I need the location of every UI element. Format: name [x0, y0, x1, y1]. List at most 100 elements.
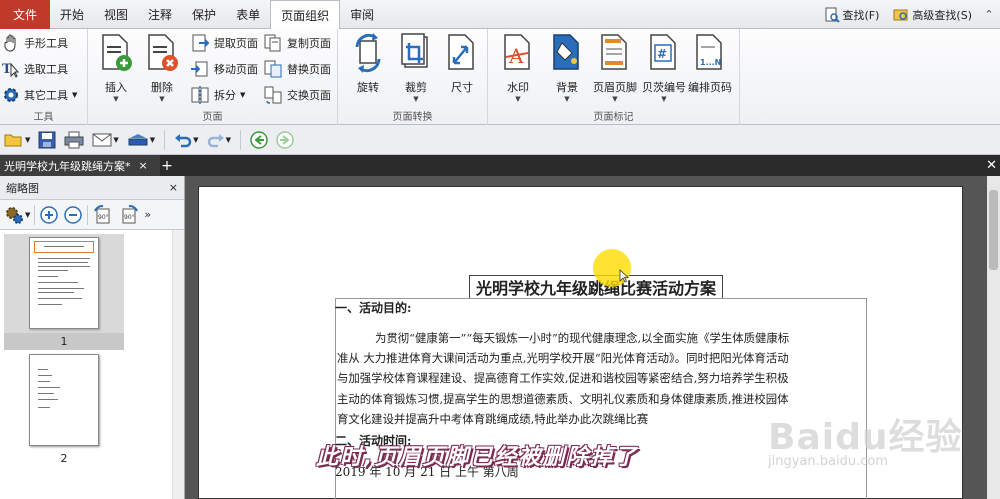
- rotate-button[interactable]: 旋转: [346, 33, 390, 95]
- tab-home[interactable]: 开始: [50, 0, 94, 29]
- zoom-out-icon[interactable]: [63, 205, 83, 225]
- save-button[interactable]: [36, 129, 58, 151]
- other-tools-button[interactable]: 其它工具 ▼: [2, 84, 77, 106]
- header-footer-button[interactable]: 页眉页脚 ▼: [593, 33, 637, 103]
- paragraph-line: 与加强学校体育课程建设、提高德育工作实效,促进和谐校园等紧密结合,努力培养学生积…: [337, 371, 789, 386]
- replace-page-label: 替换页面: [287, 63, 331, 76]
- thumbnail-scrollbar[interactable]: [172, 230, 184, 499]
- page-size-icon: [448, 34, 474, 70]
- insert-button[interactable]: 插入 ▼: [94, 33, 138, 103]
- thumbnail-text-line: [38, 258, 90, 259]
- select-tool-label: 选取工具: [24, 63, 68, 76]
- next-view-button[interactable]: [274, 129, 296, 151]
- thumbnail-text-line: [38, 292, 74, 293]
- background-button[interactable]: 背景 ▼: [545, 33, 589, 103]
- replace-page-button[interactable]: 替换页面: [263, 58, 331, 80]
- rotate-right-icon[interactable]: 90°: [118, 204, 140, 225]
- select-tool-button[interactable]: T 选取工具: [2, 58, 68, 80]
- undo-button[interactable]: ▼: [172, 129, 200, 151]
- document-tab[interactable]: 光明学校九年级跳绳方案* ×: [0, 155, 160, 176]
- open-button[interactable]: ▼: [2, 129, 32, 151]
- tools-group: 手形工具 T 选取工具 其它工具 ▼ 工具: [0, 29, 88, 125]
- thumbnail-text-line: [38, 381, 50, 382]
- size-label: 尺寸: [451, 81, 473, 94]
- email-button[interactable]: ▼: [90, 129, 120, 151]
- close-tab-icon[interactable]: ×: [139, 159, 148, 172]
- redo-button[interactable]: ▼: [205, 129, 233, 151]
- page-marks-group: A 水印 ▼ 背景 ▼ 页眉页脚 ▼ # 贝茨编号 ▼ 1...N 编排页码 页…: [488, 29, 740, 125]
- thumbnail-text-line: [38, 375, 52, 376]
- tab-file[interactable]: 文件: [0, 0, 50, 29]
- header-footer-label: 页眉页脚: [593, 81, 637, 94]
- swap-page-button[interactable]: 交换页面: [263, 84, 331, 106]
- find-icon: [825, 7, 840, 23]
- split-label: 拆分: [214, 89, 236, 102]
- delete-page-icon: [148, 34, 178, 71]
- gear-icon: [4, 88, 18, 102]
- move-page-button[interactable]: 移动页面: [190, 58, 258, 80]
- scrollbar-thumb[interactable]: [989, 190, 998, 270]
- ribbon-collapse-icon[interactable]: ⌃: [982, 8, 996, 21]
- watermark-url: jingyan.baidu.com: [768, 454, 888, 469]
- undo-icon: [175, 133, 192, 147]
- extract-page-button[interactable]: 提取页面: [190, 32, 258, 54]
- tab-page-organize[interactable]: 页面组织: [270, 0, 341, 30]
- find-label: 查找(F): [842, 8, 880, 22]
- crop-button[interactable]: 裁剪 ▼: [394, 33, 438, 103]
- previous-view-button[interactable]: [248, 129, 270, 151]
- tab-review[interactable]: 审阅: [340, 0, 384, 29]
- scan-button[interactable]: ▼: [125, 129, 157, 151]
- thumbnail-text-line: [38, 304, 62, 305]
- thumbnail-text-line: [38, 282, 78, 283]
- rotate-left-icon[interactable]: 90°: [92, 204, 114, 225]
- document-tab-title: 光明学校九年级跳绳方案*: [4, 159, 131, 173]
- options-button[interactable]: ▼: [4, 205, 30, 225]
- thumbnail-page-1[interactable]: 1: [4, 234, 124, 350]
- tab-view[interactable]: 视图: [94, 0, 138, 29]
- scanner-icon: [128, 133, 148, 145]
- svg-text:90°: 90°: [124, 214, 135, 221]
- chevron-down-icon: ▼: [72, 91, 78, 99]
- tools-group-label: 工具: [33, 112, 54, 123]
- split-button[interactable]: 拆分 ▼: [190, 84, 245, 106]
- tab-annotate[interactable]: 注释: [138, 0, 182, 29]
- more-options-icon[interactable]: »: [144, 208, 151, 221]
- swap-page-icon: [264, 86, 282, 104]
- back-arrow-icon: [250, 130, 268, 149]
- zoom-in-icon[interactable]: [39, 205, 59, 225]
- chevron-down-icon: ▼: [564, 95, 570, 103]
- ribbon-tab-bar: 文件 开始 视图 注释 保护 表单 页面组织 审阅 查找(F) 高级查找(S) …: [0, 0, 1000, 30]
- toolbar-separator: [34, 204, 36, 225]
- other-tools-label: 其它工具: [24, 89, 68, 102]
- modified-indicator: *: [125, 159, 131, 173]
- find-button[interactable]: 查找(F): [820, 7, 884, 23]
- tab-protect[interactable]: 保护: [182, 0, 226, 29]
- paragraph-line: 为贯彻“健康第一”“每天锻炼一小时”的现代健康理念,以全面实施《学生体质健康标: [375, 331, 790, 345]
- tutorial-caption: 此时,页眉页脚已经被删除掉了: [316, 445, 639, 470]
- page-number-button[interactable]: 1...N 编排页码: [688, 33, 732, 95]
- bates-number-button[interactable]: # 贝茨编号 ▼: [642, 33, 686, 103]
- section-heading-purpose: 一、活动目的:: [335, 301, 412, 315]
- bates-number-label: 贝茨编号: [642, 81, 686, 94]
- page-number-icon: 1...N: [696, 34, 722, 70]
- new-tab-icon[interactable]: +: [160, 155, 174, 176]
- tab-form[interactable]: 表单: [226, 0, 270, 29]
- hand-tool-button[interactable]: 手形工具: [2, 32, 68, 54]
- thumbnail-text-line: [38, 288, 84, 289]
- move-page-label: 移动页面: [214, 63, 258, 76]
- watermark-label: 水印: [507, 81, 529, 94]
- print-button[interactable]: [62, 129, 86, 151]
- close-panel-icon[interactable]: ×: [169, 181, 178, 194]
- size-button[interactable]: 尺寸: [440, 33, 484, 95]
- thumbnail-panel: 缩略图 × ▼ 90° 90° » 1 2: [0, 176, 185, 499]
- delete-label: 删除: [151, 81, 173, 94]
- thumbnail-text-line: [38, 399, 58, 400]
- thumbnail-page-2[interactable]: 2: [4, 353, 124, 467]
- email-icon: [92, 133, 112, 146]
- advanced-find-button[interactable]: 高级查找(S): [889, 7, 976, 23]
- delete-button[interactable]: 删除 ▼: [140, 33, 184, 103]
- watermark-button[interactable]: A 水印 ▼: [496, 33, 540, 103]
- chevron-down-icon: ▼: [240, 91, 246, 99]
- close-all-icon[interactable]: ✕: [986, 155, 997, 176]
- copy-page-button[interactable]: 复制页面: [263, 32, 331, 54]
